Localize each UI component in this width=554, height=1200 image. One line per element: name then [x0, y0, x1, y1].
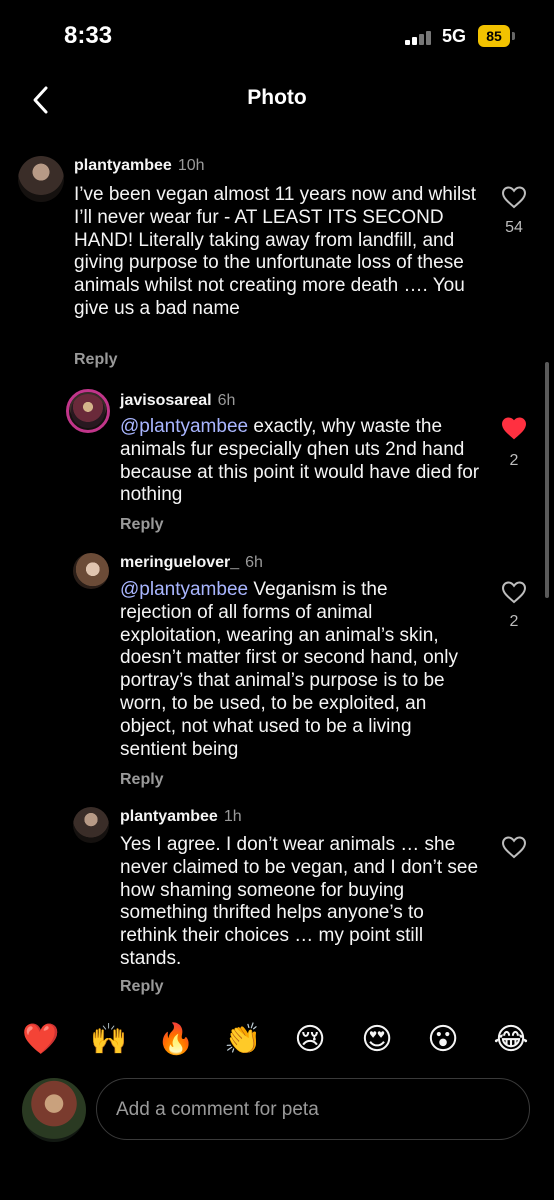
battery-tip — [512, 32, 515, 40]
home-indicator-area — [0, 1150, 554, 1200]
like-count: 54 — [505, 219, 523, 236]
reply-button[interactable]: Reply — [74, 351, 118, 369]
reply-button[interactable]: Reply — [120, 771, 164, 789]
tears-of-joy-emoji-button[interactable]: 😂 — [489, 1018, 533, 1062]
raised-hands-emoji-button[interactable]: 🙌 — [87, 1018, 131, 1062]
network-type: 5G — [442, 26, 467, 46]
surprised-face-emoji-button[interactable]: 😮 — [421, 1018, 465, 1062]
avatar[interactable] — [73, 553, 109, 589]
comment: plantyambee 1h Yes I agree. I don’t wear … — [0, 800, 554, 1000]
fire-emoji-button[interactable]: 🔥 — [154, 1018, 198, 1062]
comment-username[interactable]: javisosareal — [120, 392, 212, 409]
comment-time: 10h — [177, 157, 205, 174]
page-title: Photo — [247, 86, 307, 109]
avatar[interactable] — [73, 807, 109, 843]
red-heart-emoji-button[interactable]: ❤️ — [19, 1018, 63, 1062]
comment-text: Yes I agree. I don’t wear animals … she … — [120, 834, 479, 969]
comment: plantyambee 10h I’ve been vegan almost 11… — [0, 140, 554, 380]
reply-button[interactable]: Reply — [120, 516, 164, 534]
like-count: 2 — [509, 452, 519, 469]
battery-icon: 85 — [478, 25, 510, 47]
scrollbar[interactable] — [545, 362, 549, 598]
comment-composer: Add a comment for peta — [0, 1076, 554, 1142]
comment-time: 1h — [223, 808, 242, 825]
comment: meringuelover_ 6h @plantyambee Veganism i… — [0, 540, 554, 800]
like-count: 2 — [509, 613, 519, 630]
clapping-hands-emoji-button[interactable]: 👏 — [221, 1018, 265, 1062]
comment-username[interactable]: meringuelover_ — [120, 554, 239, 571]
comment-input-placeholder: Add a comment for peta — [116, 1099, 319, 1120]
comment-time: 6h — [245, 554, 263, 571]
mention-link[interactable]: @plantyambee — [120, 579, 248, 600]
nav-bar: Photo — [0, 74, 554, 126]
status-bar: 8:33 5G 85 — [0, 0, 554, 74]
comment-text: @plantyambee exactly, why waste the anim… — [120, 416, 480, 507]
heart-eyes-emoji-button[interactable]: 😍 — [355, 1018, 399, 1062]
crying-face-emoji-button[interactable]: 😢 — [288, 1018, 332, 1062]
cellular-signal-icon — [405, 30, 435, 45]
heart-icon[interactable] — [501, 580, 527, 604]
comment-username[interactable]: plantyambee — [74, 157, 172, 174]
avatar[interactable] — [18, 156, 64, 202]
comment-text: @plantyambee Veganism is the rejection o… — [120, 579, 460, 761]
comment-body: Veganism is the rejection of all forms o… — [120, 579, 458, 760]
avatar — [22, 1078, 86, 1142]
reaction-bar: ❤️ 🙌 🔥 👏 😢 😍 😮 😂 — [0, 1018, 554, 1068]
heart-icon[interactable] — [501, 185, 527, 209]
mention-link[interactable]: @plantyambee — [120, 416, 248, 437]
reply-button[interactable]: Reply — [120, 978, 164, 996]
comment-list[interactable]: plantyambee 10h I’ve been vegan almost 11… — [0, 140, 554, 1000]
status-time: 8:33 — [64, 22, 113, 49]
avatar[interactable] — [66, 389, 110, 433]
comment-username[interactable]: plantyambee — [120, 808, 218, 825]
comment-input[interactable]: Add a comment for peta — [96, 1078, 530, 1140]
comment-text: I’ve been vegan almost 11 years now and … — [74, 184, 477, 319]
heart-filled-icon[interactable] — [501, 416, 527, 440]
comment-time: 6h — [217, 392, 236, 409]
heart-icon[interactable] — [501, 835, 527, 859]
comment: javisosareal 6h @plantyambee exactly, why… — [0, 380, 554, 540]
